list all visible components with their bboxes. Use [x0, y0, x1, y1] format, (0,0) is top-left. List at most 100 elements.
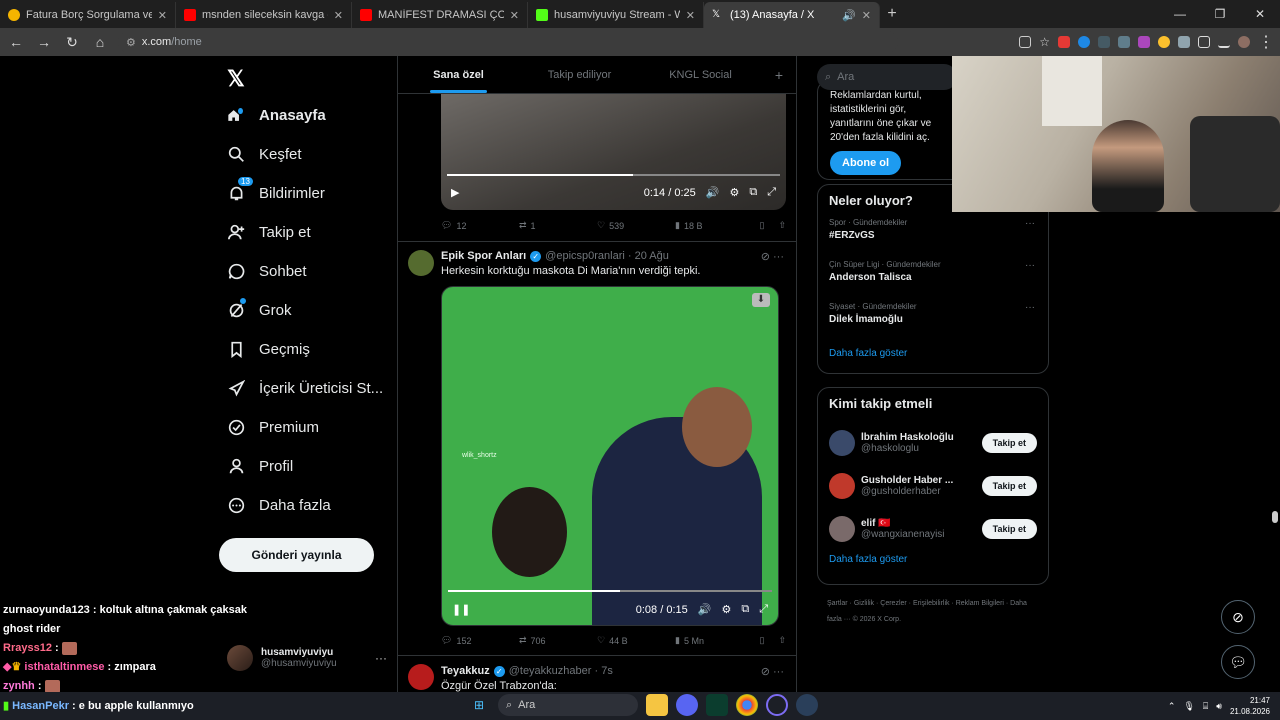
add-tab-button[interactable]: +	[761, 56, 796, 93]
close-icon[interactable]: ✕	[510, 9, 519, 22]
nav-notifications[interactable]: 13 Bildirimler	[227, 177, 325, 202]
extension-icon[interactable]	[1138, 36, 1150, 48]
app-icon[interactable]	[766, 694, 788, 716]
browser-tab[interactable]: MANİFEST DRAMASI ÇOK FENA✕	[352, 2, 528, 28]
steam-icon[interactable]	[796, 694, 818, 716]
post-author[interactable]: Epik Spor Anları	[441, 250, 526, 262]
more-icon[interactable]: ···	[1025, 302, 1035, 313]
back-icon[interactable]: ←	[6, 34, 26, 50]
post-handle[interactable]: @teyakkuzhaber · 7s	[509, 665, 613, 677]
microphone-icon[interactable]: 🎙︎	[1183, 701, 1194, 712]
close-icon[interactable]: ✕	[686, 9, 695, 22]
video-player[interactable]: wlik_shortz ⬇ ❚❚ 0:08 / 0:15 🔊 ⚙ ⧉ ⤢	[441, 286, 779, 626]
close-icon[interactable]: ✕	[158, 9, 167, 22]
discord-icon[interactable]	[676, 694, 698, 716]
follow-button[interactable]: Takip et	[981, 475, 1037, 496]
volume-icon[interactable]: 🔊	[706, 186, 720, 199]
site-info-icon[interactable]: ⚙	[126, 36, 136, 49]
reply-button[interactable]: 💬︎ 152	[441, 635, 519, 646]
nav-bookmarks[interactable]: Geçmiş	[227, 340, 310, 358]
file-explorer-icon[interactable]	[646, 694, 668, 716]
nav-chat[interactable]: Sohbet	[227, 262, 307, 280]
tab-kngl-social[interactable]: KNGL Social	[640, 56, 761, 93]
follow-suggestion[interactable]: elif 🇹🇷 @wangxianenayisi Takip et	[829, 507, 1037, 550]
new-tab-button[interactable]: +	[880, 2, 904, 28]
chrome-icon[interactable]	[736, 694, 758, 716]
browser-tab-active[interactable]: 𝕏 (13) Anasayfa / X 🔊 ✕	[704, 2, 880, 28]
chevron-up-icon[interactable]: ⌃	[1168, 701, 1176, 712]
subscribe-button[interactable]: Abone ol	[830, 151, 902, 175]
messages-fab[interactable]: 💬︎	[1221, 645, 1255, 679]
close-icon[interactable]: ✕	[862, 9, 871, 22]
taskbar-search[interactable]: ⌕ Ara	[498, 694, 638, 716]
post-button[interactable]: Gönderi yayınla	[219, 538, 374, 572]
post-author[interactable]: Teyakkuz	[441, 665, 490, 677]
nav-more[interactable]: Daha fazla	[227, 496, 331, 514]
follow-suggestion[interactable]: Gusholder Haber ... @gusholderhaber Takip…	[829, 464, 1037, 507]
app-icon[interactable]	[706, 694, 728, 716]
fullscreen-icon[interactable]: ⤢	[767, 186, 776, 199]
follow-button[interactable]: Takip et	[981, 432, 1037, 453]
show-more-link[interactable]: Daha fazla göster	[829, 348, 1037, 359]
more-icon[interactable]: ···	[773, 666, 784, 678]
browser-tab[interactable]: msnden sileceksin kavga - YouT✕	[176, 2, 352, 28]
pip-icon[interactable]: ⧉	[741, 603, 749, 616]
nav-explore[interactable]: Keşfet	[227, 145, 302, 163]
scrollbar[interactable]	[1272, 511, 1278, 523]
video-progress-bar[interactable]	[448, 590, 772, 592]
minimize-icon[interactable]: —	[1160, 0, 1200, 28]
video-player[interactable]: ▶ 0:14 / 0:25 🔊 ⚙ ⧉ ⤢	[441, 94, 786, 210]
fullscreen-icon[interactable]: ⤢	[759, 603, 768, 616]
settings-icon[interactable]: ⚙	[729, 186, 739, 199]
maximize-icon[interactable]: ❐	[1200, 0, 1240, 28]
nav-creator-studio[interactable]: İçerik Üreticisi St...	[227, 379, 383, 397]
repost-button[interactable]: ⇄ 706	[519, 635, 597, 646]
nav-premium[interactable]: Premium	[227, 418, 319, 436]
show-more-link[interactable]: Daha fazla göster	[829, 554, 1037, 565]
tab-for-you[interactable]: Sana özel	[398, 56, 519, 93]
follow-button[interactable]: Takip et	[981, 518, 1037, 539]
views-button[interactable]: ▮ 5 Mn	[675, 635, 753, 646]
grok-fab[interactable]: ⊘	[1221, 600, 1255, 634]
avatar[interactable]	[408, 664, 434, 690]
download-icon[interactable]: ⬇	[752, 293, 770, 307]
more-icon[interactable]: ···	[1025, 260, 1035, 271]
extension-icon[interactable]	[1098, 36, 1110, 48]
volume-icon[interactable]: 🔊︎	[1216, 701, 1222, 712]
menu-icon[interactable]: ⋮	[1258, 32, 1274, 52]
network-icon[interactable]: ⌸	[1203, 701, 1208, 712]
shield-icon[interactable]	[1178, 36, 1190, 48]
more-icon[interactable]: ···	[1025, 218, 1035, 229]
browser-tab[interactable]: husamviyuviyu Stream - Watch✕	[528, 2, 704, 28]
more-icon[interactable]: ···	[773, 251, 784, 263]
share-icon[interactable]: ⇧	[778, 635, 786, 646]
close-window-icon[interactable]: ✕	[1240, 0, 1280, 28]
nav-home[interactable]: Anasayfa	[227, 106, 326, 124]
reload-icon[interactable]: ↻	[62, 34, 82, 51]
like-button[interactable]: ♡ 44 B	[597, 635, 675, 646]
grok-icon[interactable]: ⊘	[761, 666, 770, 678]
reply-button[interactable]: 💬︎ 12	[441, 220, 519, 231]
repost-button[interactable]: ⇄ 1	[519, 220, 597, 231]
pip-icon[interactable]: ⧉	[749, 186, 757, 199]
trend-item[interactable]: Çin Süper Ligi · Gündemdekiler Anderson T…	[829, 260, 1037, 302]
like-button[interactable]: ♡ 539	[597, 220, 675, 231]
trend-item[interactable]: Siyaset · Gündemdekiler Dilek İmamoğlu ···	[829, 302, 1037, 344]
post-handle[interactable]: @epicsp0ranlari · 20 Ağu	[545, 250, 669, 262]
puzzle-icon[interactable]	[1198, 36, 1210, 48]
bookmark-icon[interactable]: ▯	[760, 635, 765, 646]
speaker-icon[interactable]: 🔊	[842, 9, 856, 22]
share-icon[interactable]: ⇧	[778, 220, 786, 231]
avatar[interactable]	[408, 250, 434, 276]
settings-icon[interactable]: ⚙	[721, 603, 731, 616]
more-icon[interactable]: ···	[375, 651, 387, 665]
tab-following[interactable]: Takip ediliyor	[519, 56, 640, 93]
profile-avatar[interactable]	[1238, 36, 1250, 48]
url-field[interactable]: ⚙ x.com/home	[118, 31, 898, 53]
browser-tab[interactable]: Fatura Borç Sorgulama ve Öden✕	[0, 2, 176, 28]
nav-profile[interactable]: Profil	[227, 457, 293, 475]
search-input[interactable]: ⌕ Ara	[817, 64, 957, 90]
video-progress-bar[interactable]	[447, 174, 780, 176]
follow-suggestion[interactable]: İbrahim Haskoloğlu @haskologlu Takip et	[829, 421, 1037, 464]
play-icon[interactable]: ▶	[451, 186, 459, 199]
